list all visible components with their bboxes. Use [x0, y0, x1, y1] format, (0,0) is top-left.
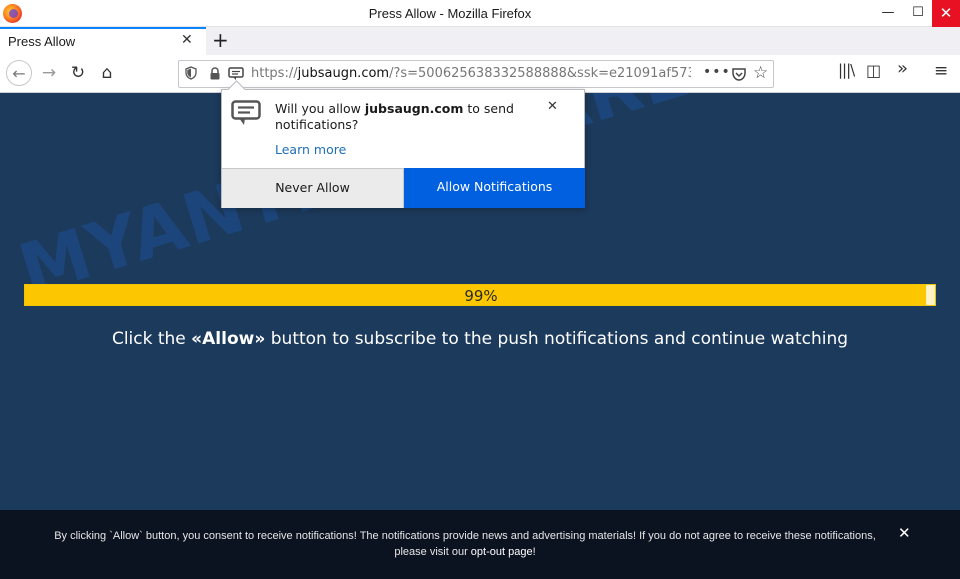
- title-bar: Press Allow - Mozilla Firefox — ☐ ✕: [0, 0, 960, 27]
- library-icon[interactable]: |||\: [838, 61, 855, 79]
- consent-end: !: [532, 546, 536, 558]
- bookmark-star-icon[interactable]: ☆: [753, 63, 768, 83]
- allow-notifications-button[interactable]: Allow Notifications: [404, 168, 585, 208]
- new-tab-button[interactable]: +: [212, 28, 229, 52]
- message-pre: Click the: [111, 329, 192, 349]
- footer-close-icon[interactable]: ✕: [898, 524, 911, 542]
- opt-out-link[interactable]: opt-out page: [471, 546, 533, 558]
- url-query: /?s=500625638332588888&ssk=e21091af573: [389, 66, 691, 81]
- shield-icon[interactable]: [185, 66, 197, 80]
- tab-title: Press Allow: [8, 34, 76, 49]
- pocket-icon[interactable]: [731, 66, 747, 82]
- hamburger-menu-icon[interactable]: ≡: [934, 61, 948, 81]
- progress-label: 99%: [464, 287, 498, 305]
- tab-press-allow[interactable]: Press Allow ✕: [0, 27, 206, 55]
- question-pre: Will you allow: [275, 101, 365, 116]
- address-bar[interactable]: https://jubsaugn.com/?s=5006256383325888…: [178, 60, 774, 88]
- tab-strip: Press Allow ✕ +: [0, 27, 960, 55]
- never-allow-button[interactable]: Never Allow: [222, 168, 404, 208]
- popup-close-icon[interactable]: ✕: [547, 99, 558, 114]
- notification-bubble-icon: [231, 100, 261, 125]
- consent-text: By clicking `Allow` button, you consent …: [50, 528, 880, 560]
- message-post: button to subscribe to the push notifica…: [265, 329, 849, 349]
- consent-body: By clicking `Allow` button, you consent …: [54, 530, 876, 558]
- lock-icon[interactable]: [209, 67, 221, 80]
- tab-close-icon[interactable]: ✕: [181, 32, 193, 48]
- question-domain: jubsaugn.com: [364, 101, 464, 116]
- navigation-toolbar: ← → ↻ ⌂ https://jubsaugn.com/?s=50062563…: [0, 55, 960, 93]
- consent-footer: By clicking `Allow` button, you consent …: [0, 510, 960, 579]
- url-domain: jubsaugn.com: [297, 66, 390, 81]
- back-button[interactable]: ←: [6, 60, 32, 86]
- window-title: Press Allow - Mozilla Firefox: [368, 6, 532, 21]
- permission-question: Will you allow jubsaugn.com to send noti…: [275, 101, 535, 133]
- overflow-menu-icon[interactable]: »: [897, 58, 908, 79]
- progress-bar: 99%: [24, 284, 936, 306]
- notification-permission-popup: Will you allow jubsaugn.com to send noti…: [221, 89, 585, 208]
- browser-window: Press Allow - Mozilla Firefox — ☐ ✕ Pres…: [0, 0, 960, 579]
- minimize-button[interactable]: —: [872, 0, 904, 27]
- sidebar-icon[interactable]: ◫: [866, 61, 881, 80]
- maximize-button[interactable]: ☐: [902, 0, 934, 27]
- message-allow: «Allow»: [191, 329, 266, 349]
- forward-button[interactable]: →: [36, 60, 62, 86]
- close-window-button[interactable]: ✕: [932, 0, 960, 27]
- home-button[interactable]: ⌂: [94, 60, 120, 86]
- url-text[interactable]: https://jubsaugn.com/?s=5006256383325888…: [251, 66, 691, 81]
- learn-more-link[interactable]: Learn more: [275, 142, 346, 157]
- reload-button[interactable]: ↻: [65, 60, 91, 86]
- instruction-message: Click the «Allow» button to subscribe to…: [0, 329, 960, 349]
- page-actions-icon[interactable]: •••: [703, 64, 731, 80]
- url-scheme: https://: [251, 66, 298, 81]
